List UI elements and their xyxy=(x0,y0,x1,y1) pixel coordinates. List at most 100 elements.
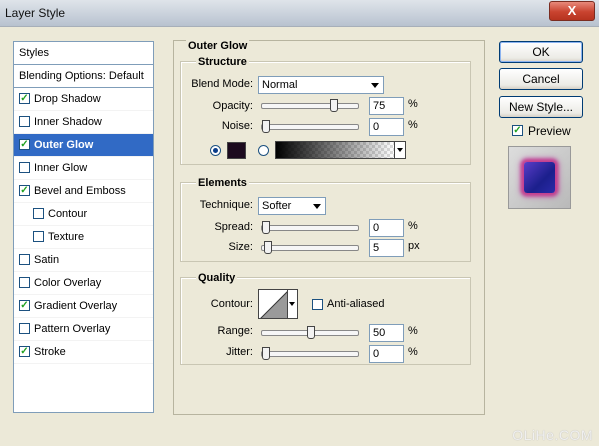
style-item-bevel-and-emboss[interactable]: ✓ Bevel and Emboss xyxy=(14,180,153,203)
style-checkbox[interactable] xyxy=(33,208,44,219)
style-checkbox[interactable] xyxy=(19,254,30,265)
style-checkbox[interactable] xyxy=(19,162,30,173)
spread-slider-thumb[interactable] xyxy=(262,221,270,234)
style-items: ✓ Drop Shadow Inner Shadow ✓ Outer Glow Inner… xyxy=(14,88,153,364)
style-item-outer-glow[interactable]: ✓ Outer Glow xyxy=(14,134,153,157)
style-item-inner-shadow[interactable]: Inner Shadow xyxy=(14,111,153,134)
style-checkbox[interactable]: ✓ xyxy=(19,139,30,150)
outer-glow-title: Outer Glow xyxy=(186,40,250,52)
style-item-label: Contour xyxy=(48,208,88,220)
style-item-label: Bevel and Emboss xyxy=(34,185,126,197)
noise-unit: % xyxy=(408,119,418,131)
spread-slider[interactable] xyxy=(261,221,359,234)
size-label: Size: xyxy=(228,241,253,253)
range-slider-thumb[interactable] xyxy=(307,326,315,339)
range-slider[interactable] xyxy=(261,326,359,339)
style-item-label: Inner Glow xyxy=(34,162,88,174)
radio-dot xyxy=(213,148,218,153)
contour-picker[interactable] xyxy=(258,289,288,319)
style-item-label: Texture xyxy=(48,231,85,243)
window-title: Layer Style xyxy=(5,6,66,20)
technique-value: Softer xyxy=(262,200,292,212)
style-item-texture[interactable]: Texture xyxy=(14,226,153,249)
style-item-pattern-overlay[interactable]: Pattern Overlay xyxy=(14,318,153,341)
noise-label: Noise: xyxy=(221,120,253,132)
noise-input[interactable]: 0 xyxy=(369,118,404,136)
quality-title: Quality xyxy=(196,272,238,284)
size-input[interactable]: 5 xyxy=(369,239,404,257)
contour-label: Contour: xyxy=(210,298,253,310)
spread-input[interactable]: 0 xyxy=(369,219,404,237)
style-checkbox[interactable] xyxy=(19,323,30,334)
style-item-label: Pattern Overlay xyxy=(34,323,111,335)
opacity-slider[interactable] xyxy=(261,99,359,112)
style-item-label: Satin xyxy=(34,254,60,266)
structure-title: Structure xyxy=(196,56,249,68)
style-item-color-overlay[interactable]: Color Overlay xyxy=(14,272,153,295)
noise-slider-thumb[interactable] xyxy=(262,120,270,133)
style-item-satin[interactable]: Satin xyxy=(14,249,153,272)
style-checkbox[interactable]: ✓ xyxy=(19,93,30,104)
glow-color-swatch[interactable] xyxy=(227,142,246,159)
opacity-unit: % xyxy=(408,98,418,110)
preview-label: Preview xyxy=(528,124,571,138)
glow-gradient-picker[interactable] xyxy=(275,141,395,159)
new-style-button[interactable]: New Style... xyxy=(499,96,583,118)
style-checkbox[interactable]: ✓ xyxy=(19,300,30,311)
style-item-stroke[interactable]: ✓ Stroke xyxy=(14,341,153,364)
jitter-slider-thumb[interactable] xyxy=(262,347,270,360)
blending-options-item[interactable]: Blending Options: Default xyxy=(14,65,153,88)
style-checkbox[interactable] xyxy=(19,277,30,288)
technique-select[interactable]: Softer xyxy=(258,197,326,215)
chevron-down-icon xyxy=(371,83,379,88)
close-button[interactable]: X xyxy=(549,1,595,21)
style-item-inner-glow[interactable]: Inner Glow xyxy=(14,157,153,180)
ok-button[interactable]: OK xyxy=(499,41,583,63)
chevron-down-icon xyxy=(397,148,403,152)
spread-unit: % xyxy=(408,220,418,232)
chevron-down-icon xyxy=(289,302,295,306)
noise-slider[interactable] xyxy=(261,120,359,133)
preview-thumbnail xyxy=(524,162,555,193)
gradient-dropdown[interactable] xyxy=(395,141,406,159)
gradient-radio[interactable] xyxy=(258,145,269,156)
style-item-label: Stroke xyxy=(34,346,66,358)
style-checkbox[interactable] xyxy=(19,116,30,127)
opacity-label: Opacity: xyxy=(212,100,253,112)
title-bar: Layer Style X xyxy=(0,0,599,27)
style-item-label: Color Overlay xyxy=(34,277,102,289)
size-slider[interactable] xyxy=(261,241,359,254)
styles-header[interactable]: Styles xyxy=(14,42,153,65)
jitter-slider[interactable] xyxy=(261,347,359,360)
style-checkbox[interactable]: ✓ xyxy=(19,346,30,357)
blend-mode-value: Normal xyxy=(262,79,298,91)
chevron-down-icon xyxy=(313,204,321,209)
size-unit: px xyxy=(408,240,420,252)
jitter-label: Jitter: xyxy=(226,346,253,358)
style-preview xyxy=(508,146,571,209)
style-item-label: Drop Shadow xyxy=(34,93,101,105)
style-item-contour[interactable]: Contour xyxy=(14,203,153,226)
style-item-label: Outer Glow xyxy=(34,139,94,151)
contour-dropdown[interactable] xyxy=(288,289,298,319)
blend-mode-label: Blend Mode: xyxy=(191,78,253,90)
style-checkbox[interactable] xyxy=(33,231,44,242)
cancel-button[interactable]: Cancel xyxy=(499,68,583,90)
solid-color-radio[interactable] xyxy=(210,145,221,156)
preview-checkbox[interactable]: ✓ xyxy=(512,125,523,136)
style-item-gradient-overlay[interactable]: ✓ Gradient Overlay xyxy=(14,295,153,318)
watermark: OLiHe.COM xyxy=(512,427,593,443)
style-item-drop-shadow[interactable]: ✓ Drop Shadow xyxy=(14,88,153,111)
blend-mode-select[interactable]: Normal xyxy=(258,76,384,94)
opacity-slider-thumb[interactable] xyxy=(330,99,338,112)
jitter-unit: % xyxy=(408,346,418,358)
opacity-input[interactable]: 75 xyxy=(369,97,404,115)
styles-list: Styles Blending Options: Default ✓ Drop S… xyxy=(13,41,154,413)
range-unit: % xyxy=(408,325,418,337)
style-checkbox[interactable]: ✓ xyxy=(19,185,30,196)
range-input[interactable]: 50 xyxy=(369,324,404,342)
anti-aliased-checkbox[interactable] xyxy=(312,299,323,310)
spread-label: Spread: xyxy=(214,221,253,233)
jitter-input[interactable]: 0 xyxy=(369,345,404,363)
size-slider-thumb[interactable] xyxy=(264,241,272,254)
